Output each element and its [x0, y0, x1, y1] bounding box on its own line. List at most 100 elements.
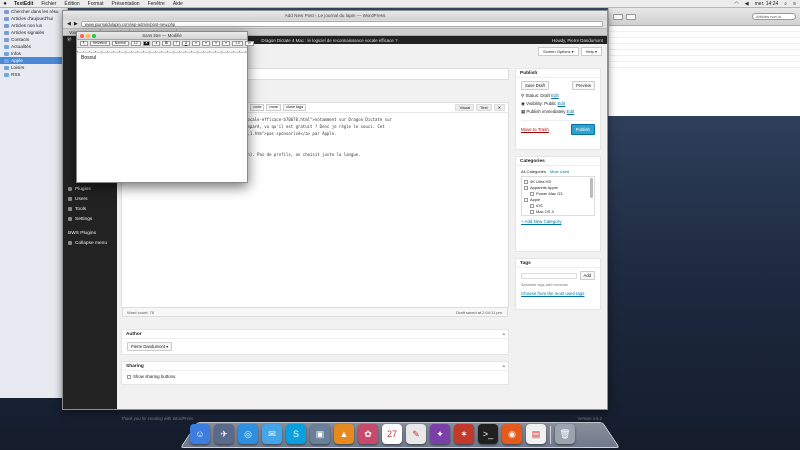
- sidebar-item[interactable]: Actualités: [0, 43, 67, 50]
- menu-users[interactable]: Users: [63, 194, 117, 204]
- sidebar-item[interactable]: Infos: [0, 50, 67, 57]
- menu-aide[interactable]: Aide: [169, 1, 187, 7]
- text-color-swatch[interactable]: a: [142, 41, 151, 46]
- help-button[interactable]: Help ▾: [580, 47, 602, 56]
- justify-icon[interactable]: ≡: [222, 41, 231, 46]
- notification-icon[interactable]: ≡: [793, 1, 796, 7]
- sidebar-item[interactable]: Chercher dans les résu: [0, 8, 67, 15]
- volume-icon[interactable]: ◀: [745, 1, 749, 7]
- textedit-icon[interactable]: ✎: [406, 424, 426, 444]
- category-item[interactable]: OS X: [524, 215, 592, 216]
- tab-visual[interactable]: Visual: [455, 104, 475, 111]
- publish-button[interactable]: Publish: [570, 124, 595, 135]
- menu-fichier[interactable]: Fichier: [37, 1, 60, 7]
- category-checkbox[interactable]: [530, 191, 534, 196]
- safari-icon[interactable]: ◎: [238, 424, 258, 444]
- align-right-icon[interactable]: ≡: [212, 41, 221, 46]
- quicktag-button[interactable]: code: [250, 104, 265, 111]
- close-icon[interactable]: [80, 34, 84, 38]
- wp-logo-icon[interactable]: Ⓦ: [67, 37, 71, 43]
- quicktag-button[interactable]: more: [266, 104, 282, 111]
- sidebar-item[interactable]: Apple: [0, 57, 67, 64]
- menu-collapse[interactable]: Collapse menu: [63, 238, 117, 248]
- sidebar-item[interactable]: Articles non lus: [0, 22, 67, 29]
- terminal-icon[interactable]: >_: [478, 424, 498, 444]
- clock[interactable]: mer. 14:24: [755, 1, 779, 7]
- bold-button[interactable]: B: [162, 41, 171, 46]
- menu-app-name[interactable]: TextEdit: [10, 1, 37, 7]
- quicktag-button[interactable]: close tags: [283, 104, 307, 111]
- messages-icon[interactable]: ✉: [262, 424, 282, 444]
- category-checkbox[interactable]: [524, 197, 528, 202]
- trash-icon[interactable]: 🗑: [555, 424, 575, 444]
- preview-button[interactable]: Preview: [572, 81, 595, 90]
- paragraph-style-select[interactable]: ¶: [80, 41, 88, 46]
- menu-presentation[interactable]: Présentation: [108, 1, 144, 7]
- finder-icon[interactable]: ☺: [190, 424, 210, 444]
- transmission-icon[interactable]: ✶: [454, 424, 474, 444]
- tab-all-categories[interactable]: All Categories: [521, 169, 546, 174]
- scrollbar[interactable]: [590, 178, 593, 198]
- underline-button[interactable]: U: [181, 41, 191, 46]
- minimize-icon[interactable]: [86, 34, 90, 38]
- skype-icon[interactable]: S: [286, 424, 306, 444]
- firefox-icon[interactable]: ◉: [502, 424, 522, 444]
- fullscreen-icon[interactable]: ✕: [493, 104, 505, 111]
- utility-icon[interactable]: ✦: [430, 424, 450, 444]
- edit-visibility-link[interactable]: Edit: [558, 101, 566, 106]
- tags-input[interactable]: [521, 272, 577, 279]
- tab-most-used[interactable]: Most Used: [550, 169, 569, 174]
- category-checkbox[interactable]: [530, 209, 534, 214]
- menu-bws-plugins[interactable]: BWS Plugins: [63, 228, 117, 238]
- font-size-select[interactable]: 12: [130, 41, 141, 46]
- spotlight-icon[interactable]: ⌕: [784, 1, 787, 7]
- howdy-user[interactable]: Howdy, Pierre Dandumont: [552, 38, 603, 43]
- list-item[interactable]: [609, 62, 800, 68]
- align-left-icon[interactable]: ≡: [192, 41, 201, 46]
- align-center-icon[interactable]: ≡: [202, 41, 211, 46]
- move-to-trash-link[interactable]: Move to Trash: [521, 127, 549, 132]
- launchpad-icon[interactable]: ✈: [214, 424, 234, 444]
- textedit-document[interactable]: Bosoul: [77, 53, 247, 63]
- document-icon[interactable]: ▤: [526, 424, 546, 444]
- zoom-icon[interactable]: [92, 34, 96, 38]
- sidebar-item[interactable]: Articles signalés: [0, 29, 67, 36]
- toggle-icon[interactable]: ▴: [503, 362, 505, 371]
- toolbar-button[interactable]: [626, 13, 636, 20]
- menu-edition[interactable]: Édition: [60, 1, 83, 7]
- vlc-icon[interactable]: ▲: [334, 424, 354, 444]
- line-spacing-select[interactable]: 1.0: [232, 41, 243, 46]
- sidebar-item[interactable]: RSS: [0, 71, 67, 78]
- menu-plugins[interactable]: Plugins: [63, 184, 117, 194]
- back-icon[interactable]: ◀: [67, 21, 71, 27]
- menu-tools[interactable]: Tools: [63, 204, 117, 214]
- sharing-checkbox[interactable]: [127, 374, 131, 379]
- add-tag-button[interactable]: Add: [579, 271, 595, 280]
- menu-format[interactable]: Format: [84, 1, 108, 7]
- save-draft-button[interactable]: Save Draft: [521, 81, 549, 90]
- forward-icon[interactable]: ▶: [74, 21, 78, 27]
- italic-button[interactable]: I: [172, 41, 180, 46]
- search-input[interactable]: Articles non lu: [752, 13, 796, 20]
- edit-status-link[interactable]: Edit: [551, 93, 559, 98]
- calendar-icon[interactable]: 27: [382, 424, 402, 444]
- wifi-icon[interactable]: ◠: [734, 1, 738, 7]
- list-bullets-select[interactable]: •≡: [244, 41, 254, 46]
- apple-icon[interactable]: ●: [0, 1, 10, 7]
- screen-options-button[interactable]: Screen Options ▾: [537, 47, 579, 56]
- preview-icon[interactable]: ▣: [310, 424, 330, 444]
- highlight-color-swatch[interactable]: a: [152, 41, 161, 46]
- menu-settings[interactable]: Settings: [63, 214, 117, 224]
- toggle-icon[interactable]: ▴: [503, 330, 505, 339]
- author-select[interactable]: Pierre Dandumont ▾: [127, 342, 173, 351]
- sidebar-item[interactable]: Articles d'aujourd'hui: [0, 15, 67, 22]
- sidebar-item[interactable]: Contacts: [0, 36, 67, 43]
- category-checkbox[interactable]: [524, 179, 528, 184]
- tab-text[interactable]: Text: [476, 104, 492, 111]
- sidebar-item[interactable]: Loisirs: [0, 64, 67, 71]
- category-checkbox[interactable]: [530, 203, 534, 208]
- toolbar-button[interactable]: [613, 13, 623, 20]
- edit-schedule-link[interactable]: Edit: [567, 109, 575, 114]
- add-new-category-link[interactable]: + Add New Category: [521, 219, 561, 224]
- url-field[interactable]: www.journaldulapin.com/wp-admin/post-new…: [80, 21, 603, 27]
